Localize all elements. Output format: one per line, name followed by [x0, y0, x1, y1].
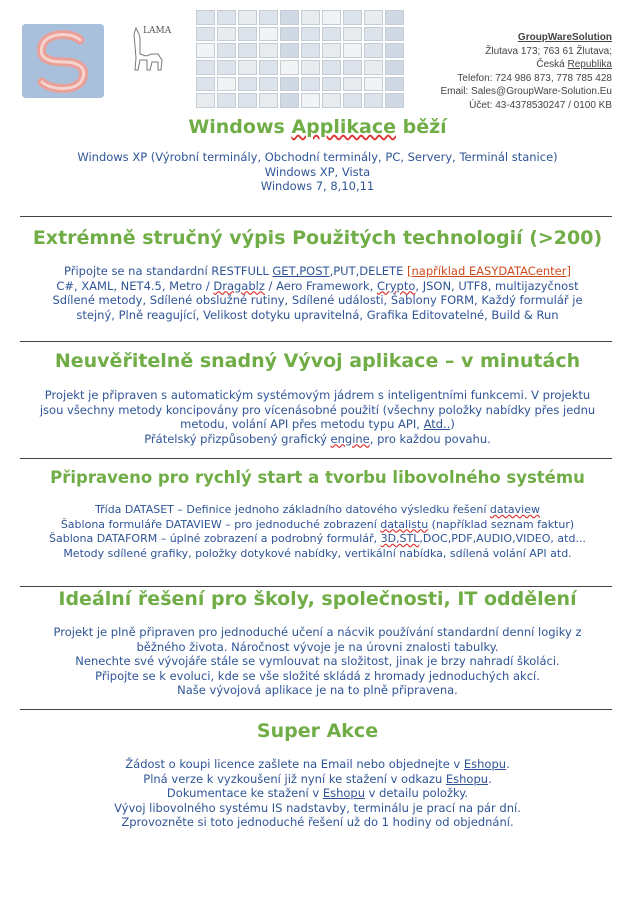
divider	[20, 458, 612, 459]
phone: Telefon: 724 986 873, 778 785 428	[457, 72, 612, 84]
divider	[20, 216, 612, 217]
section-title-super-akce: Super Akce	[256, 720, 379, 742]
divider	[20, 341, 612, 342]
email[interactable]: Email: Sales@GroupWare-Solution.Eu	[402, 85, 612, 99]
company-info: GroupWareSolution Žlutava 173; 763 61 Žl…	[402, 31, 612, 112]
section-body-development: Projekt je připraven s automatickým syst…	[39, 388, 596, 446]
section-title-windows: Windows Applikace běží	[188, 116, 447, 138]
section-title-schools: Ideální řešení pro školy, společnosti, I…	[58, 588, 577, 610]
gs-logo	[22, 24, 104, 98]
address-line: Žlutava 173; 763 61 Žlutava;	[485, 45, 612, 57]
section-body-super-akce: Žádost o koupi licence zašlete na Email …	[114, 757, 521, 829]
section-body-quickstart: Třída DATASET – Definice jednoho základn…	[49, 503, 586, 560]
section-body-schools: Projekt je plně připraven pro jednoduché…	[53, 625, 582, 697]
section-title-quickstart: Připraveno pro rychlý start a tvorbu lib…	[50, 468, 585, 487]
eshop-link[interactable]: Eshopu	[323, 786, 365, 800]
divider	[20, 709, 612, 710]
screenshot-collage	[196, 10, 404, 108]
lama-text: LAMA	[143, 26, 172, 36]
eshop-link[interactable]: Eshopu	[446, 772, 488, 786]
eshop-link[interactable]: Eshopu	[464, 757, 506, 771]
company-name[interactable]: GroupWareSolution	[518, 32, 612, 43]
section-body-windows: Windows XP (Výrobní terminály, Obchodní …	[77, 150, 558, 193]
section-body-technologies: Připojte se na standardní RESTFULL GET,P…	[52, 264, 583, 322]
address-country: Česká Republika	[536, 59, 612, 70]
section-title-development: Neuvěřitelně snadný Vývoj aplikace – v m…	[54, 350, 581, 372]
divider	[20, 586, 612, 587]
bank-account: Účet: 43-4378530247 / 0100 KB	[469, 99, 612, 111]
section-title-technologies: Extrémně stručný výpis Použitých technol…	[32, 227, 603, 249]
